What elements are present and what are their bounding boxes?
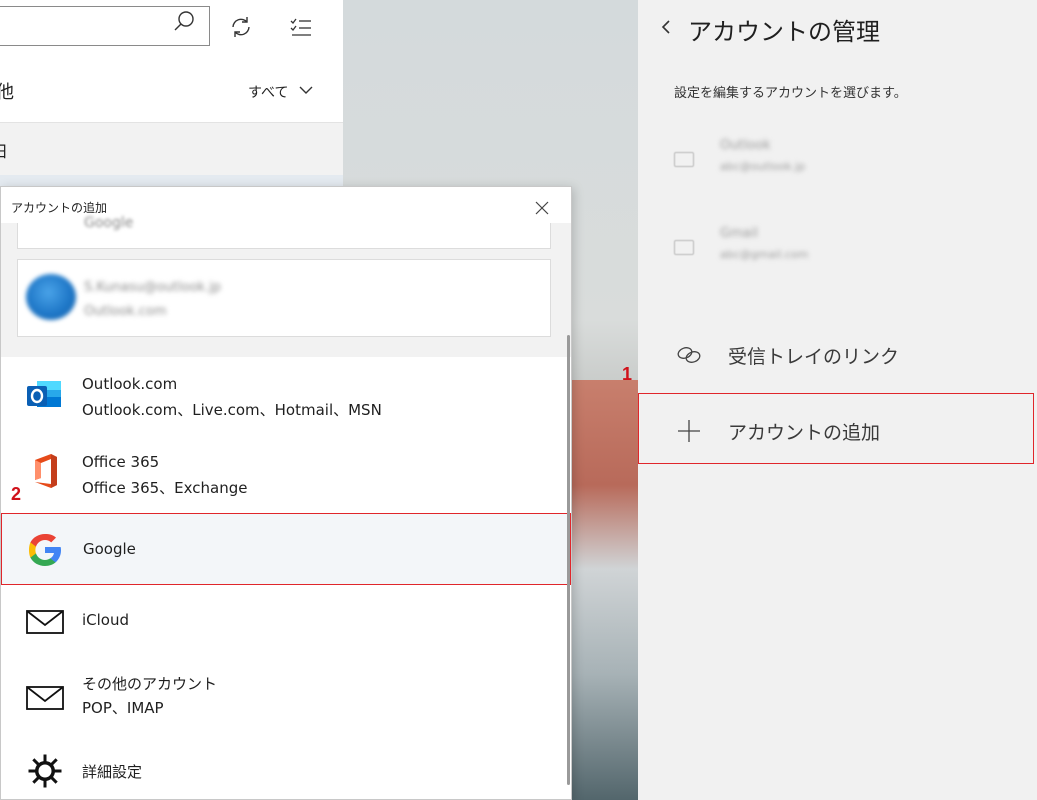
dialog-title: アカウントの追加: [11, 201, 108, 215]
provider-name: Outlook.com: [82, 375, 178, 393]
step-number-1: 1: [622, 364, 633, 384]
provider-icloud[interactable]: iCloud: [1, 587, 571, 657]
avatar: [26, 274, 76, 320]
step-number-2: 2: [11, 484, 22, 504]
provider-name: Office 365: [82, 453, 160, 471]
select-mode-icon[interactable]: [288, 14, 314, 40]
scrollbar[interactable]: [567, 335, 570, 785]
folder-name: 他: [0, 82, 14, 103]
mail-icon: [26, 610, 64, 634]
desktop-background-peak: [560, 380, 640, 800]
chevron-down-icon[interactable]: [298, 82, 314, 98]
account-item-outlook[interactable]: Outlook abc@outlook.jp: [674, 138, 974, 188]
existing-account-card[interactable]: S.Kunasu@outlook.jp Outlook.com: [17, 259, 551, 337]
existing-accounts-area: Google S.Kunasu@outlook.jp Outlook.com: [1, 215, 571, 357]
back-chevron-icon[interactable]: [656, 16, 678, 38]
gear-icon: [28, 754, 62, 788]
date-group-label: 日: [0, 142, 9, 161]
sync-icon[interactable]: [228, 14, 254, 40]
account-email: abc@gmail.com: [720, 248, 809, 261]
account-email: S.Kunasu@outlook.jp: [84, 280, 222, 295]
plus-icon: [678, 420, 700, 442]
provider-google[interactable]: Google: [1, 513, 571, 585]
office365-icon: [35, 454, 57, 488]
account-item-gmail[interactable]: Gmail abc@gmail.com: [674, 226, 974, 276]
provider-description: Office 365、Exchange: [82, 479, 248, 497]
provider-name: iCloud: [82, 611, 130, 629]
pane-title: アカウントの管理: [688, 18, 880, 46]
account-name: Outlook: [720, 138, 771, 153]
filter-dropdown[interactable]: すべて: [248, 82, 288, 102]
search-icon[interactable]: [172, 9, 196, 33]
pane-description: 設定を編集するアカウントを選びます。: [674, 86, 907, 101]
add-account-dialog: アカウントの追加 Google S.Kunasu@outlook.jp Outl…: [0, 186, 572, 800]
provider-name: 詳細設定: [82, 763, 143, 781]
link-icon: [677, 347, 701, 363]
existing-account-card[interactable]: Google: [17, 215, 551, 249]
outlook-icon: [27, 381, 61, 407]
provider-advanced-setup[interactable]: 詳細設定: [1, 743, 571, 799]
provider-description: POP、IMAP: [82, 699, 164, 717]
account-name: Gmail: [720, 226, 758, 241]
account-type: Outlook.com: [84, 304, 167, 319]
mail-icon: [26, 686, 64, 710]
google-icon: [29, 534, 61, 566]
account-type: Google: [84, 215, 134, 231]
link-inboxes-button[interactable]: 受信トレイのリンク: [728, 342, 899, 369]
account-icon: [674, 152, 694, 167]
provider-other[interactable]: その他のアカウント POP、IMAP: [1, 663, 571, 739]
provider-office365[interactable]: Office 365 Office 365、Exchange: [1, 437, 571, 507]
add-account-button[interactable]: アカウントの追加: [728, 418, 880, 445]
account-email: abc@outlook.jp: [720, 160, 806, 173]
account-icon: [674, 240, 694, 255]
provider-name: Google: [83, 540, 136, 558]
provider-name: その他のアカウント: [82, 675, 218, 693]
close-icon[interactable]: [533, 199, 551, 217]
date-group-header: [0, 123, 343, 175]
provider-description: Outlook.com、Live.com、Hotmail、MSN: [82, 401, 382, 419]
provider-outlook[interactable]: Outlook.com Outlook.com、Live.com、Hotmail…: [1, 359, 571, 429]
